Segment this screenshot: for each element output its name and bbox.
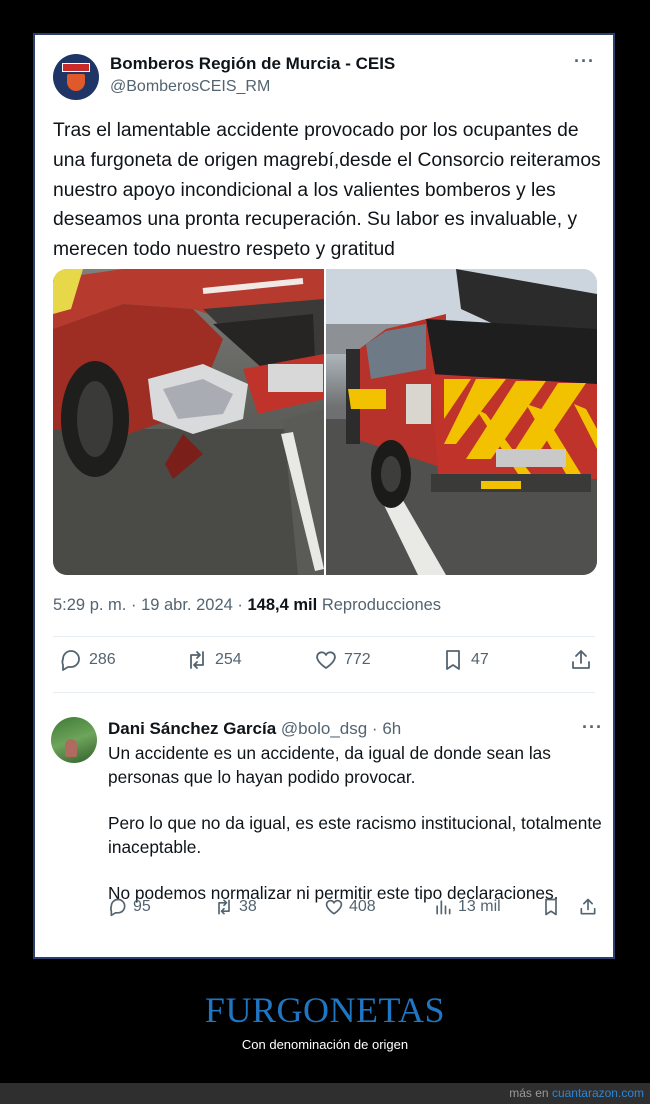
- reply-time[interactable]: 6h: [382, 719, 401, 738]
- caption-title: FURGONETAS: [204, 990, 446, 1030]
- meta-separator: ·: [371, 719, 383, 738]
- tweet-header: Bomberos Región de Murcia - CEIS @Bomber…: [53, 51, 595, 107]
- bookmark-button[interactable]: [541, 897, 561, 917]
- reply-tweet: Dani Sánchez García @bolo_dsg · 6h ··· U…: [51, 715, 603, 955]
- retweet-icon: [218, 899, 230, 915]
- reply-count: 286: [89, 651, 116, 668]
- author-name[interactable]: Bomberos Región de Murcia - CEIS: [110, 54, 395, 74]
- share-icon: [572, 650, 590, 669]
- share-button[interactable]: [569, 648, 593, 672]
- like-count: 772: [344, 651, 371, 668]
- meta-separator: ·: [237, 596, 248, 614]
- heart-icon: [316, 651, 336, 669]
- views-count: 13 mil: [458, 898, 501, 915]
- reply-actions: 95 38 408 13 mil: [108, 897, 603, 925]
- tweet-meta: 5:29 p. m. · 19 abr. 2024 · 148,4 mil Re…: [53, 596, 441, 615]
- tweet-time[interactable]: 5:29 p. m.: [53, 596, 126, 614]
- views-button[interactable]: 13 mil: [433, 897, 501, 917]
- author-avatar[interactable]: [53, 54, 99, 100]
- tweet-actions: 286 254 772 47: [53, 648, 599, 684]
- views-count: 148,4 mil: [247, 596, 318, 614]
- footer-prefix: más en: [509, 1086, 549, 1100]
- reply-count: 95: [133, 898, 151, 915]
- reply-header: Dani Sánchez García @bolo_dsg · 6h: [108, 719, 401, 739]
- like-button[interactable]: 772: [314, 648, 371, 672]
- retweet-button[interactable]: 38: [214, 897, 257, 917]
- like-count: 408: [349, 898, 376, 915]
- reply-author-avatar[interactable]: [51, 717, 97, 763]
- bookmark-icon: [545, 898, 557, 916]
- reply-button[interactable]: 95: [108, 897, 151, 917]
- tweet-text: Tras el lamentable accidente provocado p…: [53, 120, 601, 261]
- more-dots-icon[interactable]: ···: [574, 51, 595, 72]
- divider: [53, 692, 595, 693]
- author-handle[interactable]: @BomberosCEIS_RM: [110, 78, 270, 96]
- share-button[interactable]: [578, 897, 598, 917]
- bookmark-icon: [446, 650, 460, 670]
- photo-damaged-rear[interactable]: [326, 269, 597, 575]
- reply-icon: [110, 898, 126, 917]
- divider: [53, 636, 595, 637]
- footer-bar: más en cuantarazon.com: [0, 1083, 650, 1104]
- bookmark-button[interactable]: 47: [441, 648, 489, 672]
- reply-paragraph: Un accidente es un accidente, da igual d…: [108, 743, 551, 787]
- logo-bar-icon: [62, 63, 90, 72]
- retweet-button[interactable]: 254: [185, 648, 242, 672]
- tweet-date[interactable]: 19 abr. 2024: [141, 596, 233, 614]
- like-button[interactable]: 408: [324, 897, 376, 917]
- tweet-photos: [53, 269, 597, 575]
- person-icon: [65, 739, 77, 757]
- fire-shield-icon: [67, 74, 85, 91]
- share-icon: [580, 898, 596, 915]
- reply-author-handle[interactable]: @bolo_dsg: [281, 719, 367, 738]
- more-dots-icon[interactable]: ···: [582, 717, 603, 738]
- retweet-count: 38: [239, 898, 257, 915]
- retweet-icon: [190, 651, 204, 669]
- damaged-rear-illustration: [326, 269, 597, 575]
- reply-button[interactable]: 286: [59, 648, 116, 672]
- caption-subtitle: Con denominación de origen: [241, 1037, 409, 1052]
- analytics-icon: [436, 900, 451, 915]
- bookmark-count: 47: [471, 651, 489, 668]
- footer-text: más en cuantarazon.com: [509, 1086, 644, 1100]
- heart-icon: [325, 899, 343, 915]
- retweet-count: 254: [215, 651, 242, 668]
- reply-paragraph: Pero lo que no da igual, es este racismo…: [108, 813, 602, 857]
- tweet-card: Bomberos Región de Murcia - CEIS @Bomber…: [33, 33, 615, 959]
- footer-site-link[interactable]: cuantarazon.com: [552, 1086, 644, 1100]
- reply-icon: [61, 650, 80, 671]
- photo-damaged-front[interactable]: [53, 269, 324, 575]
- meta-separator: ·: [130, 596, 142, 614]
- reply-author-name[interactable]: Dani Sánchez García: [108, 719, 276, 738]
- damaged-front-illustration: [53, 269, 324, 575]
- views-label: Reproducciones: [321, 596, 442, 614]
